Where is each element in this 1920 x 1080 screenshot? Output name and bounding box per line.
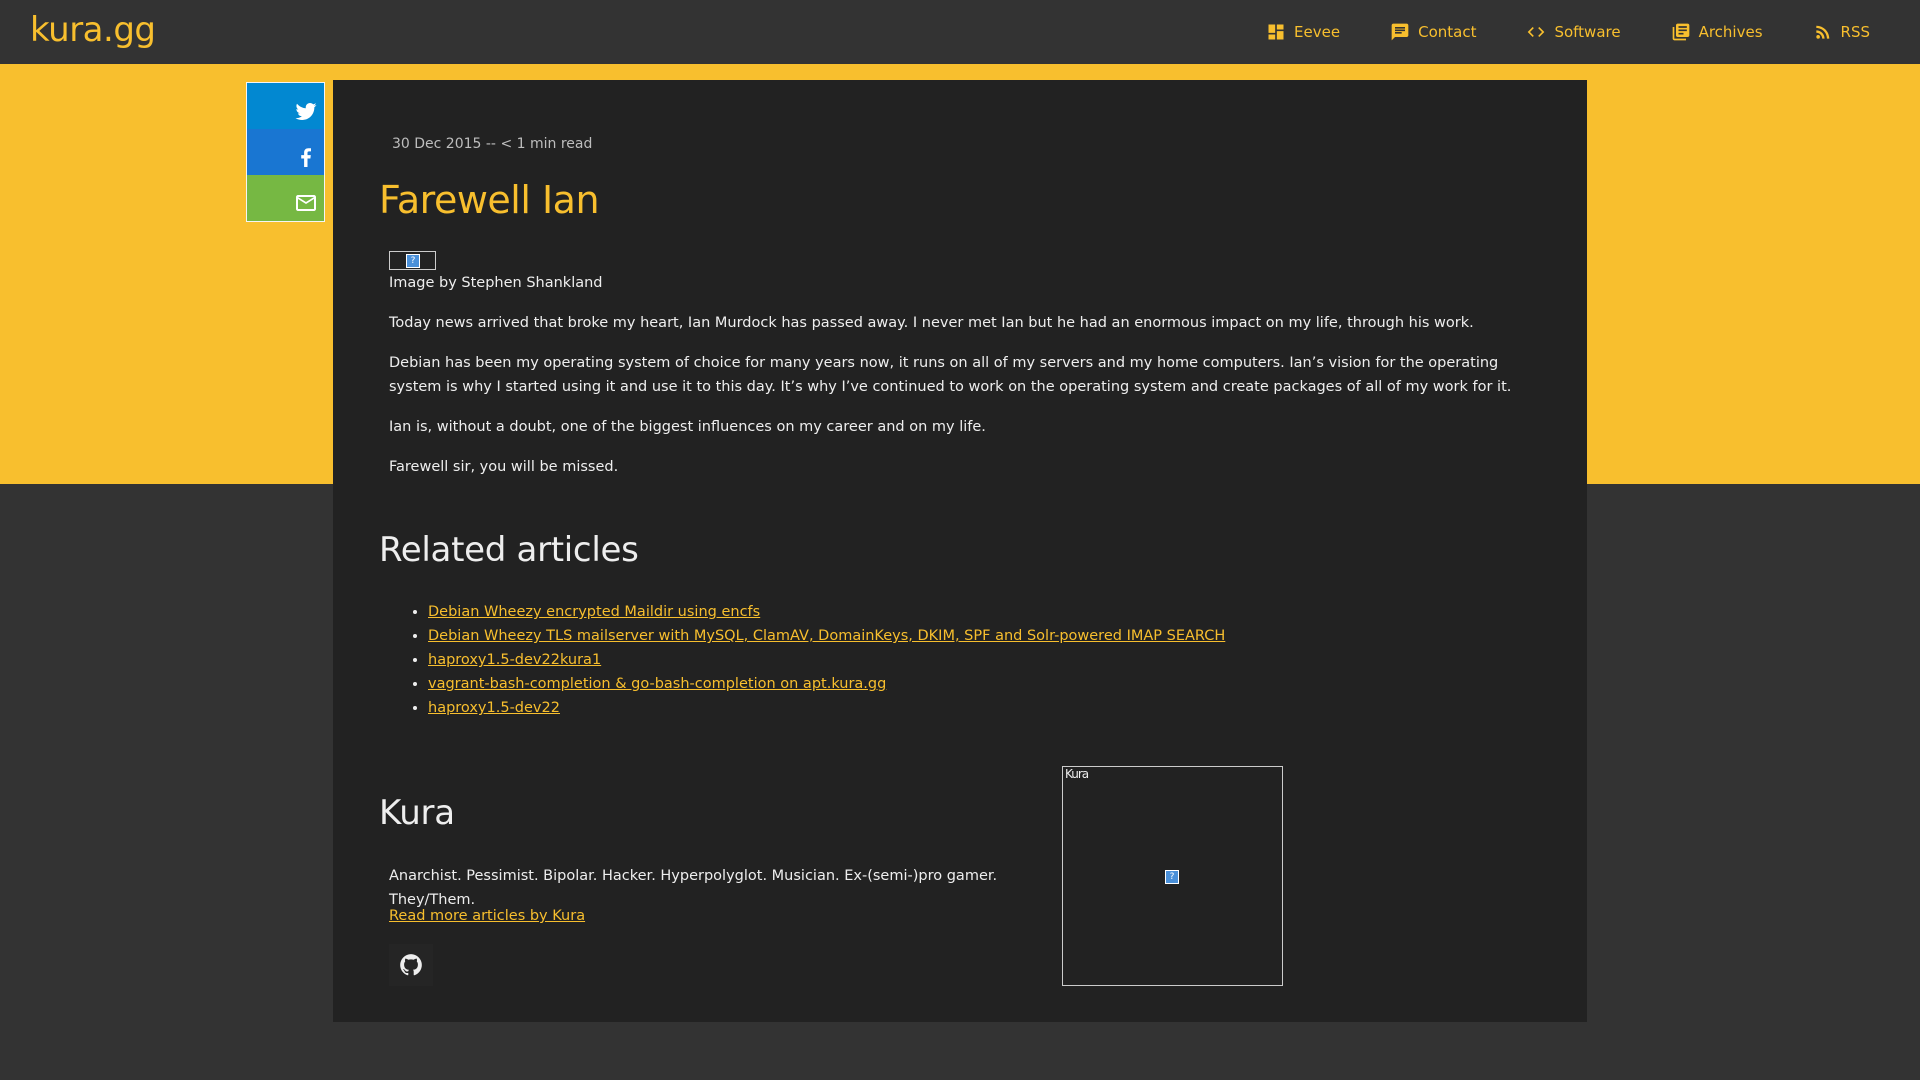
site-logo[interactable]: kura.gg — [30, 10, 156, 50]
list-item: Debian Wheezy TLS mailserver with MySQL,… — [428, 624, 1225, 648]
github-icon — [400, 954, 422, 976]
related-link[interactable]: vagrant-bash-completion & go-bash-comple… — [428, 676, 886, 692]
nav-eevee[interactable]: Eevee — [1266, 22, 1340, 42]
nav-rss[interactable]: RSS — [1813, 22, 1870, 42]
nav-contact[interactable]: Contact — [1390, 22, 1476, 42]
nav-eevee-label: Eevee — [1294, 23, 1341, 41]
main-nav: Eevee Contact Software Archives RSS — [1266, 0, 1920, 64]
list-item: haproxy1.5-dev22kura1 — [428, 648, 1225, 672]
mail-icon — [296, 195, 316, 211]
paragraph-3: Ian is, without a doubt, one of the bigg… — [389, 419, 986, 435]
nav-archives-label: Archives — [1698, 23, 1763, 41]
related-link[interactable]: Debian Wheezy encrypted Maildir using en… — [428, 604, 760, 620]
related-link[interactable]: haproxy1.5-dev22kura1 — [428, 652, 601, 668]
share-email-button[interactable] — [247, 175, 324, 221]
related-link[interactable]: haproxy1.5-dev22 — [428, 700, 560, 716]
paragraph-2: Debian has been my operating system of c… — [389, 355, 1512, 395]
list-item: haproxy1.5-dev22 — [428, 696, 1225, 720]
broken-image-icon: ? — [1165, 870, 1179, 884]
rss-icon — [1815, 25, 1829, 39]
paragraph-1: Today news arrived that broke my heart, … — [389, 315, 1474, 331]
twitter-icon — [295, 103, 317, 120]
related-link[interactable]: Debian Wheezy TLS mailserver with MySQL,… — [428, 628, 1225, 644]
github-button[interactable] — [389, 944, 433, 986]
nav-rss-label: RSS — [1840, 23, 1870, 41]
read-more-link[interactable]: Read more articles by Kura — [389, 908, 585, 924]
top-navbar: kura.gg Eevee Contact Software Archives … — [0, 0, 1920, 64]
library-icon — [1672, 23, 1689, 41]
related-list: Debian Wheezy encrypted Maildir using en… — [428, 600, 1225, 720]
share-bar — [246, 82, 325, 222]
dashboard-icon — [1268, 24, 1284, 40]
nav-software-label: Software — [1554, 23, 1621, 41]
author-more: Read more articles by Kura — [389, 904, 585, 928]
broken-image-icon: ? — [406, 254, 420, 268]
related-heading: Related articles — [379, 530, 639, 570]
nav-contact-label: Contact — [1418, 23, 1477, 41]
list-item: Debian Wheezy encrypted Maildir using en… — [428, 600, 1225, 624]
nav-archives[interactable]: Archives — [1671, 22, 1763, 42]
image-credit: Image by Stephen Shankland — [389, 275, 603, 291]
facebook-icon — [301, 148, 311, 167]
nav-software[interactable]: Software — [1526, 22, 1621, 42]
avatar: Kura ? — [1062, 766, 1283, 986]
author-name: Kura — [379, 793, 455, 833]
article-footer-card — [333, 492, 1587, 1022]
broken-image-placeholder: ? — [389, 251, 436, 270]
share-facebook-button[interactable] — [247, 129, 324, 175]
code-icon — [1528, 27, 1545, 37]
post-title: Farewell Ian — [379, 178, 600, 222]
share-twitter-button[interactable] — [247, 83, 324, 129]
paragraph-4: Farewell sir, you will be missed. — [389, 459, 619, 475]
chat-icon — [1391, 23, 1409, 41]
list-item: vagrant-bash-completion & go-bash-comple… — [428, 672, 1225, 696]
avatar-alt-text: Kura — [1065, 767, 1089, 781]
post-meta: 30 Dec 2015 -- < 1 min read — [392, 136, 593, 152]
